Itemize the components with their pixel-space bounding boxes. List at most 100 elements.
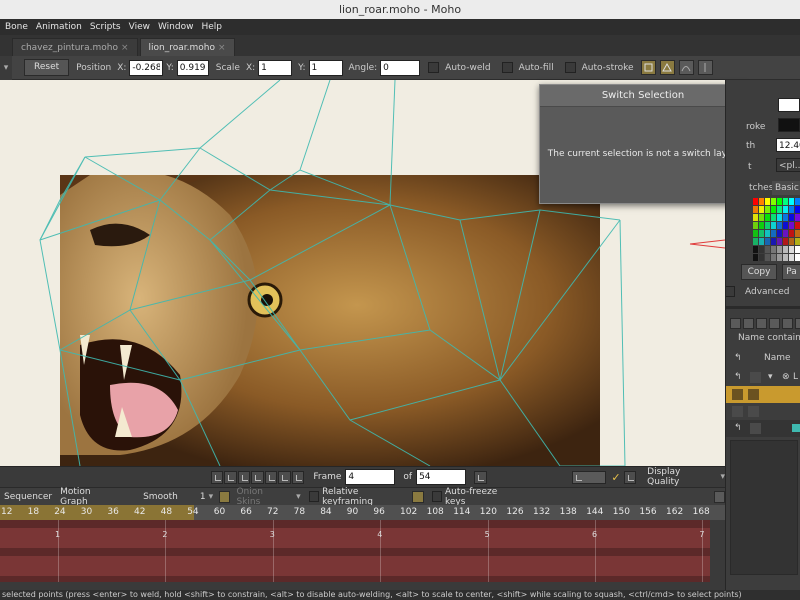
tab-lion-roar[interactable]: lion_roar.moho ×: [139, 38, 235, 56]
palette-swatch[interactable]: [783, 238, 788, 245]
flip-option-icon[interactable]: [697, 60, 713, 75]
palette-swatch[interactable]: [759, 214, 764, 221]
palette-swatch[interactable]: [777, 206, 782, 213]
palette-swatch[interactable]: [771, 214, 776, 221]
palette-swatch[interactable]: [765, 238, 770, 245]
timeline-close-icon[interactable]: [713, 490, 725, 503]
frame-ruler[interactable]: 12 18 24 30 36 42 48 54 60 66 72 78 84 90 96 102 108 114 1…: [0, 505, 725, 520]
layer-lock-icon[interactable]: [750, 372, 761, 383]
palette-swatch[interactable]: [789, 254, 794, 261]
layer-visibility-icon[interactable]: ↰: [734, 423, 742, 433]
palette-swatch[interactable]: [795, 254, 800, 261]
palette-swatch[interactable]: [771, 222, 776, 229]
tab-motion-graph[interactable]: Motion Graph: [60, 487, 117, 507]
palette-swatch[interactable]: [753, 222, 758, 229]
check-icon[interactable]: ✓: [611, 471, 620, 484]
palette-swatch[interactable]: [795, 246, 800, 253]
layer-row-selected[interactable]: [726, 386, 800, 403]
layer-row[interactable]: [726, 403, 800, 420]
palette-swatch[interactable]: [771, 230, 776, 237]
smooth-dropdown[interactable]: Smooth: [143, 492, 178, 502]
auto-stroke-checkbox[interactable]: [564, 62, 576, 73]
layer-visibility-icon[interactable]: [732, 389, 743, 400]
palette-swatch[interactable]: [777, 222, 782, 229]
palette-swatch[interactable]: [777, 230, 782, 237]
width-field[interactable]: 12.40: [776, 138, 800, 152]
palette-swatch[interactable]: [777, 238, 782, 245]
position-y-field[interactable]: [176, 59, 209, 76]
fill-color-swatch[interactable]: [778, 98, 800, 112]
auto-weld-checkbox[interactable]: [428, 62, 440, 73]
palette-swatch[interactable]: [795, 222, 800, 229]
palette-swatch[interactable]: [759, 246, 764, 253]
duplicate-layer-icon[interactable]: [743, 318, 754, 329]
onion-skins-label[interactable]: Onion Skins: [236, 487, 286, 507]
play-icon[interactable]: [251, 470, 264, 484]
palette-swatch[interactable]: [777, 254, 782, 261]
copy-button[interactable]: Copy: [741, 264, 777, 280]
menu-view[interactable]: View: [129, 22, 150, 32]
new-layer-icon[interactable]: [730, 318, 741, 329]
palette-swatch[interactable]: [789, 206, 794, 213]
palette-swatch[interactable]: [759, 198, 764, 205]
palette-swatch[interactable]: [759, 254, 764, 261]
palette-swatch[interactable]: [777, 198, 782, 205]
reset-button[interactable]: Reset: [24, 59, 70, 76]
palette-swatch[interactable]: [771, 246, 776, 253]
palette-swatch[interactable]: [759, 230, 764, 237]
palette-swatch[interactable]: [771, 198, 776, 205]
layer-visibility-icon[interactable]: ↰: [734, 372, 742, 382]
palette-swatch[interactable]: [783, 222, 788, 229]
palette-swatch[interactable]: [753, 246, 758, 253]
palette-swatch[interactable]: [783, 230, 788, 237]
menu-bone[interactable]: Bone: [5, 22, 28, 32]
timeline-scrollbar[interactable]: [710, 520, 725, 582]
step-forward-icon[interactable]: [264, 470, 278, 484]
palette-swatch[interactable]: [783, 246, 788, 253]
step-back-key-icon[interactable]: [224, 470, 237, 484]
palette-swatch[interactable]: [777, 214, 782, 221]
group-select-icon[interactable]: [659, 60, 675, 75]
stroke-color-swatch[interactable]: [778, 118, 800, 132]
palette-swatch[interactable]: [789, 214, 794, 221]
palette-swatch[interactable]: [783, 214, 788, 221]
palette-swatch[interactable]: [759, 206, 764, 213]
position-x-field[interactable]: [129, 59, 164, 76]
palette-swatch[interactable]: [765, 254, 770, 261]
tab-sequencer[interactable]: Sequencer: [4, 492, 52, 502]
palette-swatch[interactable]: [795, 198, 800, 205]
layer-settings-icon[interactable]: [769, 318, 780, 329]
collapse-arrow-icon[interactable]: ▾: [0, 55, 12, 80]
palette-swatch[interactable]: [795, 206, 800, 213]
step-forward-key-icon[interactable]: [278, 470, 291, 484]
rewind-icon[interactable]: [210, 470, 224, 484]
menu-window[interactable]: Window: [158, 22, 194, 32]
volume-icon[interactable]: [474, 470, 487, 484]
display-quality-label[interactable]: Display Quality: [647, 467, 712, 487]
palette-swatch[interactable]: [753, 254, 758, 261]
tab-basic-colors[interactable]: Basic C: [772, 181, 800, 195]
palette-swatch[interactable]: [789, 198, 794, 205]
palette-swatch[interactable]: [771, 206, 776, 213]
scale-y-field[interactable]: [308, 59, 343, 76]
layer-row[interactable]: ↰: [726, 420, 800, 437]
menu-scripts[interactable]: Scripts: [90, 22, 121, 32]
auto-freeze-checkbox[interactable]: [431, 491, 442, 502]
palette-swatch[interactable]: [753, 230, 758, 237]
fast-forward-icon[interactable]: [291, 470, 305, 484]
advanced-checkbox[interactable]: [726, 286, 735, 297]
expand-arrow-icon[interactable]: ▾: [768, 372, 773, 382]
palette-swatch[interactable]: [789, 222, 794, 229]
smooth-dropdown-icon[interactable]: ▾: [209, 492, 214, 502]
palette-swatch[interactable]: [783, 206, 788, 213]
palette-swatch[interactable]: [765, 206, 770, 213]
palette-swatch[interactable]: [753, 198, 758, 205]
freeze-pose-icon[interactable]: [640, 60, 656, 75]
palette-swatch[interactable]: [777, 246, 782, 253]
curve-option-icon[interactable]: [678, 60, 694, 75]
color-palette-grid[interactable]: [753, 198, 800, 262]
step-back-icon[interactable]: [237, 470, 251, 484]
palette-swatch[interactable]: [789, 238, 794, 245]
palette-swatch[interactable]: [765, 230, 770, 237]
palette-swatch[interactable]: [765, 214, 770, 221]
